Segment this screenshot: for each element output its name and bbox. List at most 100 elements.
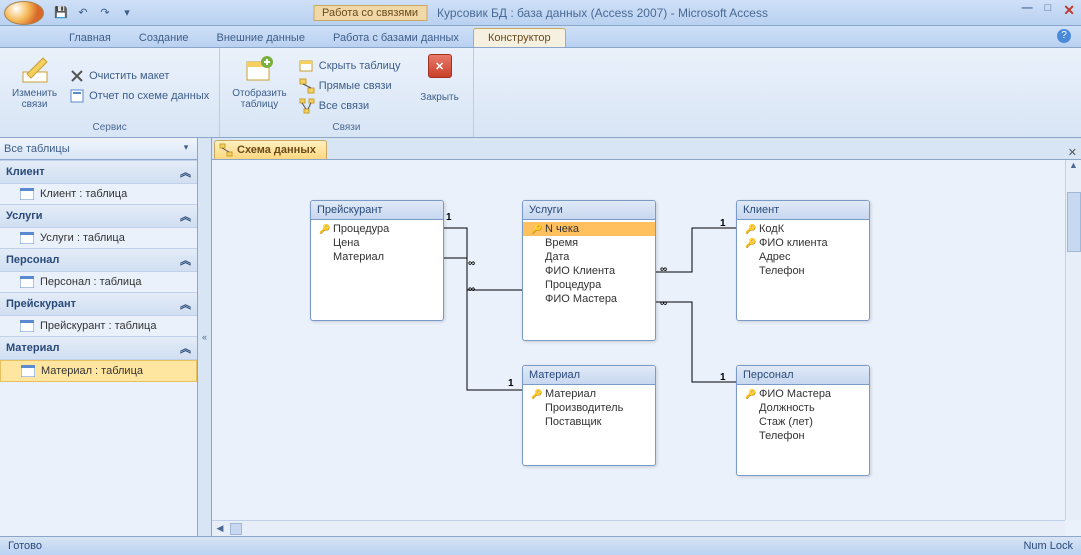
field-fio-mastera[interactable]: 🔑ФИО Мастера bbox=[737, 387, 869, 401]
edit-relationships-button[interactable]: Изменить связи bbox=[8, 52, 61, 120]
ribbon-group-relationships: Отобразить таблицу Скрыть таблицу Прямые… bbox=[220, 48, 473, 137]
close-relationships-button[interactable]: ✕ Закрыть bbox=[415, 52, 465, 120]
doc-tab-schema[interactable]: Схема данных bbox=[214, 140, 327, 159]
cardinality-one: 1 bbox=[446, 212, 452, 223]
table-klient[interactable]: Клиент 🔑КодК 🔑ФИО клиента Адрес Телефон bbox=[736, 200, 870, 321]
nav-section-personal[interactable]: Персонал︽ bbox=[0, 248, 197, 272]
nav-section-preiskurant[interactable]: Прейскурант︽ bbox=[0, 292, 197, 316]
window-controls: — □ ✕ bbox=[1022, 2, 1075, 19]
cardinality-one: 1 bbox=[508, 378, 514, 389]
direct-relationships-button[interactable]: Прямые связи bbox=[297, 77, 403, 95]
relationships-canvas[interactable]: 1 ∞ ∞ 1 ∞ 1 ∞ 1 Прейскурант 🔑Процедура Ц… bbox=[212, 160, 1081, 536]
field-vremya[interactable]: Время bbox=[523, 236, 655, 250]
status-text: Готово bbox=[8, 540, 42, 552]
minimize-button[interactable]: — bbox=[1022, 2, 1033, 19]
status-bar: Готово Num Lock bbox=[0, 536, 1081, 555]
tab-database-tools[interactable]: Работа с базами данных bbox=[319, 29, 473, 47]
scroll-thumb[interactable] bbox=[1067, 192, 1081, 252]
nav-item-uslugi-table[interactable]: Услуги : таблица bbox=[0, 228, 197, 248]
cardinality-many: ∞ bbox=[660, 264, 667, 275]
help-icon[interactable]: ? bbox=[1057, 29, 1071, 43]
table-personal[interactable]: Персонал 🔑ФИО Мастера Должность Стаж (ле… bbox=[736, 365, 870, 476]
all-relationships-button[interactable]: Все связи bbox=[297, 97, 403, 115]
all-rel-icon bbox=[299, 98, 315, 114]
close-window-button[interactable]: ✕ bbox=[1063, 2, 1075, 19]
field-stazh[interactable]: Стаж (лет) bbox=[737, 415, 869, 429]
key-icon: 🔑 bbox=[745, 224, 755, 235]
nav-dropdown-icon[interactable]: ▾ bbox=[179, 142, 193, 156]
field-material[interactable]: Материал bbox=[311, 250, 443, 264]
field-n-cheka[interactable]: 🔑N чека bbox=[523, 222, 655, 236]
save-icon[interactable]: 💾 bbox=[52, 4, 70, 22]
field-fio-klienta[interactable]: ФИО Клиента bbox=[523, 264, 655, 278]
scroll-left-icon[interactable]: ◀ bbox=[212, 523, 228, 534]
qat-dropdown-icon[interactable]: ▾ bbox=[118, 4, 136, 22]
table-icon bbox=[20, 276, 34, 288]
tab-home[interactable]: Главная bbox=[55, 29, 125, 47]
field-procedura[interactable]: 🔑Процедура bbox=[311, 222, 443, 236]
undo-icon[interactable]: ↶ bbox=[74, 4, 92, 22]
chevron-up-icon: ︽ bbox=[180, 164, 191, 180]
field-telefon[interactable]: Телефон bbox=[737, 264, 869, 278]
ribbon-group-tools: Изменить связи Очистить макет Отчет по с… bbox=[0, 48, 220, 137]
nav-section-material[interactable]: Материал︽ bbox=[0, 336, 197, 360]
document-area: Схема данных ✕ 1 ∞ ∞ 1 ∞ 1 ∞ 1 bbox=[212, 138, 1081, 536]
tab-create[interactable]: Создание bbox=[125, 29, 203, 47]
field-proizvoditel[interactable]: Производитель bbox=[523, 401, 655, 415]
key-icon: 🔑 bbox=[745, 238, 755, 249]
field-procedura[interactable]: Процедура bbox=[523, 278, 655, 292]
cardinality-many: ∞ bbox=[660, 298, 667, 309]
field-fio-klienta[interactable]: 🔑ФИО клиента bbox=[737, 236, 869, 250]
direct-rel-icon bbox=[299, 78, 315, 94]
hide-table-icon bbox=[299, 58, 315, 74]
hide-table-button[interactable]: Скрыть таблицу bbox=[297, 57, 403, 75]
horizontal-scrollbar[interactable]: ◀ bbox=[212, 520, 1065, 536]
field-postavshik[interactable]: Поставщик bbox=[523, 415, 655, 429]
field-fio-mastera[interactable]: ФИО Мастера bbox=[523, 292, 655, 306]
vertical-scrollbar[interactable]: ▲ bbox=[1065, 160, 1081, 520]
field-telefon[interactable]: Телефон bbox=[737, 429, 869, 443]
scroll-up-icon[interactable]: ▲ bbox=[1066, 160, 1081, 176]
key-icon: 🔑 bbox=[745, 389, 755, 400]
show-table-button[interactable]: Отобразить таблицу bbox=[228, 52, 291, 120]
doc-tab-close-button[interactable]: ✕ bbox=[1068, 146, 1077, 159]
nav-item-klient-table[interactable]: Клиент : таблица bbox=[0, 184, 197, 204]
table-icon bbox=[20, 188, 34, 200]
maximize-button[interactable]: □ bbox=[1045, 2, 1052, 19]
table-material[interactable]: Материал 🔑Материал Производитель Поставщ… bbox=[522, 365, 656, 466]
nav-pane-title: Все таблицы bbox=[4, 143, 70, 155]
context-tab-label: Работа со связями bbox=[313, 5, 427, 21]
office-button[interactable] bbox=[4, 1, 44, 25]
cardinality-many: ∞ bbox=[468, 258, 475, 269]
field-material[interactable]: 🔑Материал bbox=[523, 387, 655, 401]
field-adres[interactable]: Адрес bbox=[737, 250, 869, 264]
table-icon bbox=[21, 365, 35, 377]
clear-layout-button[interactable]: Очистить макет bbox=[67, 67, 211, 85]
field-data[interactable]: Дата bbox=[523, 250, 655, 264]
close-icon: ✕ bbox=[428, 54, 452, 78]
redo-icon[interactable]: ↷ bbox=[96, 4, 114, 22]
nav-item-material-table[interactable]: Материал : таблица bbox=[0, 360, 197, 382]
table-icon bbox=[20, 320, 34, 332]
field-dolzhnost[interactable]: Должность bbox=[737, 401, 869, 415]
nav-section-klient[interactable]: Клиент︽ bbox=[0, 160, 197, 184]
key-icon: 🔑 bbox=[531, 389, 541, 400]
tab-design[interactable]: Конструктор bbox=[473, 28, 566, 47]
nav-section-uslugi[interactable]: Услуги︽ bbox=[0, 204, 197, 228]
nav-item-preiskurant-table[interactable]: Прейскурант : таблица bbox=[0, 316, 197, 336]
nav-collapse-button[interactable]: « bbox=[198, 138, 212, 536]
table-uslugi[interactable]: Услуги 🔑N чека Время Дата ФИО Клиента Пр… bbox=[522, 200, 656, 341]
relationships-icon bbox=[219, 143, 233, 157]
cardinality-many: ∞ bbox=[468, 284, 475, 295]
nav-pane-header[interactable]: Все таблицы ▾ bbox=[0, 138, 197, 160]
relationship-report-button[interactable]: Отчет по схеме данных bbox=[67, 87, 211, 105]
ribbon-tab-strip: Главная Создание Внешние данные Работа с… bbox=[0, 26, 1081, 48]
workspace: Все таблицы ▾ Клиент︽ Клиент : таблица У… bbox=[0, 138, 1081, 536]
field-kodk[interactable]: 🔑КодК bbox=[737, 222, 869, 236]
field-cena[interactable]: Цена bbox=[311, 236, 443, 250]
scroll-thumb[interactable] bbox=[230, 523, 242, 535]
chevron-up-icon: ︽ bbox=[180, 340, 191, 356]
table-preiskurant[interactable]: Прейскурант 🔑Процедура Цена Материал bbox=[310, 200, 444, 321]
nav-item-personal-table[interactable]: Персонал : таблица bbox=[0, 272, 197, 292]
tab-external-data[interactable]: Внешние данные bbox=[203, 29, 319, 47]
